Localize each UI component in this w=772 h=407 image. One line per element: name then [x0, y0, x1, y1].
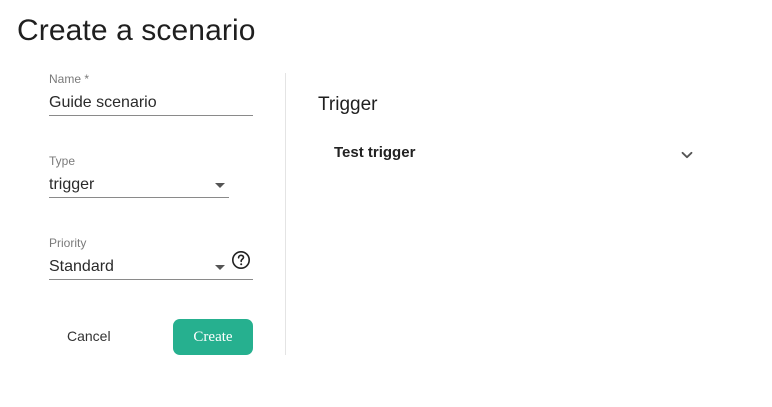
dropdown-caret-icon[interactable] [215, 183, 225, 188]
trigger-section-title: Trigger [318, 94, 378, 115]
priority-label: Priority [49, 236, 87, 250]
priority-field[interactable]: Priority Standard [49, 236, 253, 280]
priority-value: Standard [49, 258, 114, 275]
help-icon[interactable] [231, 250, 251, 270]
name-input[interactable]: Guide scenario [49, 90, 253, 116]
create-button[interactable]: Create [173, 319, 253, 355]
type-label: Type [49, 154, 76, 168]
type-field[interactable]: Type trigger [49, 154, 229, 198]
name-field[interactable]: Name * Guide scenario [49, 72, 253, 116]
type-value: trigger [49, 176, 95, 193]
dropdown-caret-icon[interactable] [215, 265, 225, 270]
type-select[interactable]: trigger [49, 172, 229, 198]
trigger-accordion-item[interactable]: Test trigger [334, 140, 696, 168]
cancel-button[interactable]: Cancel [49, 318, 129, 354]
trigger-item-label: Test trigger [334, 144, 416, 161]
chevron-down-icon[interactable] [680, 148, 694, 162]
name-value: Guide scenario [49, 94, 157, 111]
name-label: Name * [49, 72, 90, 86]
panel-divider [285, 73, 286, 355]
priority-select[interactable]: Standard [49, 251, 253, 280]
page-title: Create a scenario [17, 14, 256, 47]
